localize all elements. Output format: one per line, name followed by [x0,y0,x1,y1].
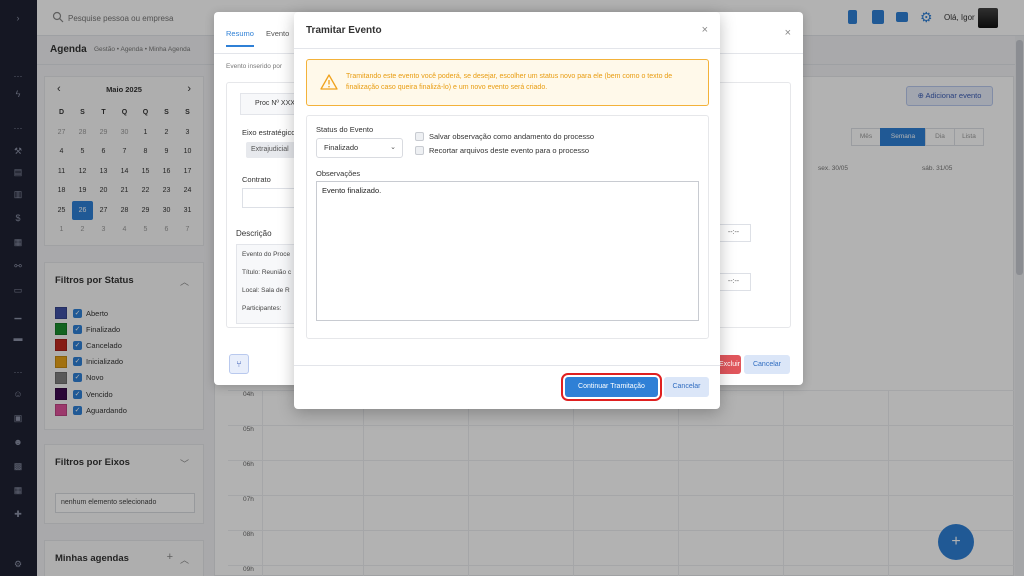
descricao-label: Descrição [236,229,272,238]
start-time-field[interactable]: --:-- [716,224,751,242]
tab-evento[interactable]: Evento [266,29,289,47]
contrato-label: Contrato [242,175,271,184]
checkbox-box[interactable] [415,146,424,155]
status-label: Status do Evento [316,125,374,134]
observacoes-textarea[interactable]: Evento finalizado. [316,181,699,321]
end-time-field[interactable]: --:-- [716,273,751,291]
status-select-value: Finalizado [324,143,359,152]
checkbox-label: Recortar arquivos deste evento para o pr… [429,146,590,155]
chevron-down-icon: ⌄ [390,144,396,151]
observacoes-label: Observações [316,169,361,178]
warning-text: Tramitando este evento você poderá, se d… [346,73,673,91]
warning-alert: Tramitando este evento você poderá, se d… [306,59,709,106]
eixo-label: Eixo estratégico [242,128,296,137]
divider [294,365,720,366]
checkbox-label: Salvar observação como andamento do proc… [429,132,595,141]
close-icon[interactable]: × [785,27,791,39]
tramitar-modal: Tramitar Evento × Tramitando este evento… [294,12,720,409]
tab-resumo[interactable]: Resumo [226,29,254,47]
close-icon[interactable]: × [702,24,708,36]
status-select[interactable]: Finalizado ⌄ [316,138,403,158]
modal-title: Tramitar Evento [306,25,382,36]
contrato-field[interactable] [242,188,302,208]
cancel-button[interactable]: Cancelar [664,377,709,397]
warning-icon [320,74,338,90]
event-author: Evento inserido por [226,63,283,70]
cancel-button[interactable]: Cancelar [744,355,790,374]
cut-files-checkbox[interactable]: Recortar arquivos deste evento para o pr… [415,146,589,155]
excluir-button[interactable]: Excluir [719,355,741,374]
continue-tramitacao-button[interactable]: Continuar Tramitação [561,373,662,401]
branch-icon[interactable]: ⑂ [229,354,249,374]
divider [294,48,720,49]
save-observation-checkbox[interactable]: Salvar observação como andamento do proc… [415,132,594,141]
checkbox-box[interactable] [415,132,424,141]
